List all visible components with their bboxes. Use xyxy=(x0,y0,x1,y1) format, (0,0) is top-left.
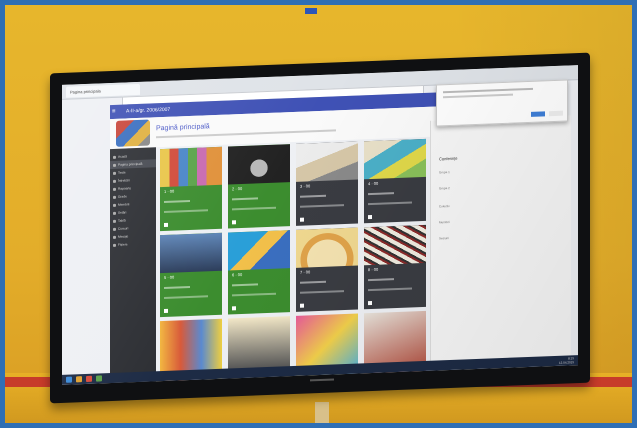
assignment-card[interactable]: 1 · 00 xyxy=(160,146,222,232)
card-line xyxy=(164,199,190,203)
card-line xyxy=(300,204,344,208)
card-image xyxy=(228,144,290,185)
dialog-ok-button[interactable] xyxy=(531,111,545,117)
card-checkbox[interactable] xyxy=(164,308,168,313)
card-image xyxy=(296,141,358,182)
wall-clip xyxy=(305,8,317,14)
card-line xyxy=(300,290,344,294)
explorer-icon[interactable] xyxy=(76,376,82,383)
card-line xyxy=(164,295,208,299)
card-line xyxy=(232,283,258,287)
card-image xyxy=(228,230,290,271)
card-line xyxy=(368,201,412,206)
card-checkbox[interactable] xyxy=(368,215,372,220)
card-line xyxy=(300,194,326,198)
assignment-card[interactable]: 4 · 00 xyxy=(364,138,426,224)
bezel-logo xyxy=(310,378,334,382)
panel-row[interactable]: Colectiv xyxy=(439,204,450,208)
taskbar-clock: 8:15 12.04.2015 xyxy=(559,356,574,365)
card-line xyxy=(232,206,276,211)
assignment-card[interactable]: 8 · 00 xyxy=(364,224,426,310)
panel-row[interactable]: Membrii xyxy=(439,220,450,224)
card-image xyxy=(160,232,222,274)
card-number: 1 · 00 xyxy=(164,188,175,194)
assignment-card[interactable]: 2 · 00 xyxy=(228,144,290,229)
books-illustration xyxy=(116,119,150,147)
chrome-icon[interactable] xyxy=(86,375,92,382)
card-checkbox[interactable] xyxy=(368,301,372,306)
card-number: 2 · 00 xyxy=(232,185,243,192)
stand-post xyxy=(315,402,329,423)
card-line xyxy=(164,209,208,213)
card-number: 5 · 00 xyxy=(164,274,175,280)
display-screen: Pagina principala ≡ A-II-a/gr. 2006/2007… xyxy=(62,65,578,385)
card-checkbox[interactable] xyxy=(232,220,236,225)
panel-row[interactable]: Sesiuni xyxy=(439,236,449,240)
menu-icon[interactable]: ≡ xyxy=(112,108,120,116)
card-line xyxy=(368,192,394,196)
card-number: 3 · 00 xyxy=(300,183,311,189)
app-icon[interactable] xyxy=(96,375,102,382)
card-image xyxy=(364,224,426,266)
sidebar: Acasă Pagina principală Teste Întrebări … xyxy=(110,147,156,385)
panel-row[interactable]: Grupa 1 xyxy=(439,170,450,174)
card-checkbox[interactable] xyxy=(164,222,168,227)
card-number: 8 · 00 xyxy=(368,266,379,273)
card-checkbox[interactable] xyxy=(300,217,304,222)
card-checkbox[interactable] xyxy=(232,306,236,311)
card-line xyxy=(232,197,258,201)
card-image xyxy=(296,227,358,268)
clock-date: 12.04.2015 xyxy=(558,360,574,365)
card-grid: 1 · 00 2 · 00 3 · 00 4 · 00 5 · 00 6 · 0… xyxy=(160,138,428,385)
card-number: 7 · 00 xyxy=(300,269,311,275)
card-checkbox[interactable] xyxy=(300,303,304,308)
card-line xyxy=(300,280,326,284)
popup-dialog xyxy=(436,79,568,127)
card-line xyxy=(164,285,190,289)
card-line xyxy=(368,287,412,292)
panel-row[interactable]: Grupa 2 xyxy=(439,186,450,190)
start-icon[interactable] xyxy=(66,376,72,383)
page-title: Pagină principală xyxy=(156,123,210,133)
assignment-card[interactable]: 6 · 00 xyxy=(228,230,290,315)
right-panel: Conferințe Grupa 1 Grupa 2 Colectiv Memb… xyxy=(430,115,571,361)
interactive-display: Pagina principala ≡ A-II-a/gr. 2006/2007… xyxy=(50,52,590,404)
assignment-card[interactable]: 7 · 00 xyxy=(296,227,358,312)
card-image xyxy=(364,138,426,180)
dialog-cancel-button[interactable] xyxy=(549,110,563,117)
sidebar-item[interactable]: Fișiere xyxy=(110,239,156,249)
card-line xyxy=(368,278,394,282)
card-number: 4 · 00 xyxy=(368,180,379,187)
assignment-card[interactable]: 3 · 00 xyxy=(296,141,358,226)
panel-heading: Conferințe xyxy=(439,155,458,162)
assignment-card[interactable]: 5 · 00 xyxy=(160,232,222,318)
card-number: 6 · 00 xyxy=(232,271,243,278)
app-title: A-II-a/gr. 2006/2007 xyxy=(126,106,171,115)
classroom-photo: Pagina principala ≡ A-II-a/gr. 2006/2007… xyxy=(5,5,632,423)
card-line xyxy=(232,292,276,297)
card-image xyxy=(160,146,222,188)
